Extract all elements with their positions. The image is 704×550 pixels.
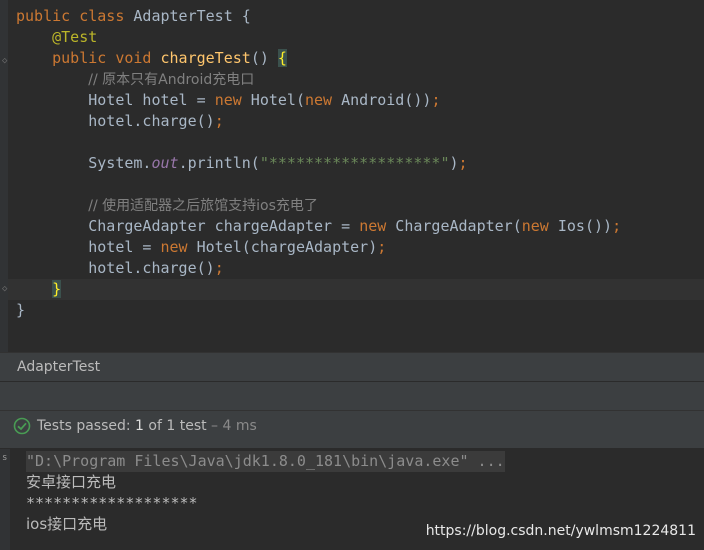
code-text: Android()) — [332, 91, 432, 109]
console-line: ios接口充电 — [26, 515, 108, 533]
code-text: } — [16, 301, 26, 319]
fold-marker-icon[interactable]: ◇ — [2, 56, 10, 66]
code-text: System. — [88, 154, 152, 172]
keyword: new — [305, 91, 333, 109]
console-line-command[interactable]: "D:\Program Files\Java\jdk1.8.0_181\bin\… — [26, 451, 505, 472]
code-line-2: @Test — [16, 27, 97, 48]
code-line-6: hotel.charge(); — [16, 111, 224, 132]
console-gutter-label: s — [2, 453, 8, 463]
string-literal: "*******************" — [259, 154, 450, 172]
keyword: new — [521, 217, 549, 235]
run-tab-title[interactable]: AdapterTest — [17, 359, 100, 375]
static-field: out — [151, 154, 179, 172]
keyword: class — [79, 7, 125, 25]
test-passed-check-icon — [13, 417, 31, 435]
semicolon: ; — [214, 112, 224, 130]
console-line: ******************* — [26, 494, 198, 512]
keyword: new — [160, 238, 188, 256]
test-status-text: Tests passed: 1 of 1 test – 4 ms — [37, 416, 257, 436]
method-name: chargeTest — [160, 49, 251, 67]
code-line-3: public void chargeTest() { — [16, 48, 287, 69]
run-toolbar — [0, 381, 704, 411]
code-text: Hotel hotel = — [88, 91, 215, 109]
test-status-bar: Tests passed: 1 of 1 test – 4 ms — [0, 411, 704, 449]
code-text: Hotel(chargeAdapter) — [187, 238, 378, 256]
code-line-12: hotel = new Hotel(chargeAdapter); — [16, 237, 386, 258]
code-line-1: public class AdapterTest { — [16, 6, 251, 27]
comment: // 使用适配器之后旅馆支持ios充电了 — [88, 198, 318, 214]
test-duration: – 4 ms — [206, 418, 257, 434]
console-gutter: s — [0, 449, 10, 550]
console-line: 安卓接口充电 — [26, 473, 117, 491]
code-text: .println( — [178, 154, 260, 172]
keyword: new — [214, 91, 242, 109]
code-editor[interactable]: ◇ ◇ public class AdapterTest { @Test pub… — [0, 0, 704, 352]
annotation: @Test — [52, 28, 98, 46]
keyword: new — [359, 217, 387, 235]
watermark: https://blog.csdn.net/ywlmsm1224811 — [425, 523, 696, 539]
run-tab-header[interactable]: AdapterTest — [0, 352, 704, 381]
code-text: () — [250, 49, 278, 67]
comment: // 原本只有Android充电口 — [88, 72, 255, 88]
status-prefix: Tests passed: — [37, 418, 136, 434]
code-line-4: // 原本只有Android充电口 — [16, 69, 254, 90]
code-text: Hotel( — [241, 91, 305, 109]
code-text: hotel = — [88, 238, 161, 256]
keyword: public — [52, 49, 107, 67]
code-line-14-current: } — [8, 279, 704, 300]
code-text: ) — [449, 154, 459, 172]
code-line-10: // 使用适配器之后旅馆支持ios充电了 — [16, 195, 318, 216]
code-line-11: ChargeAdapter chargeAdapter = new Charge… — [16, 216, 621, 237]
semicolon: ; — [431, 91, 441, 109]
code-line-8: System.out.println("*******************"… — [16, 153, 468, 174]
editor-gutter: ◇ ◇ — [0, 0, 8, 352]
semicolon: ; — [612, 217, 622, 235]
matched-brace: { — [277, 49, 287, 67]
semicolon: ; — [214, 259, 224, 277]
code-line-15: } — [16, 300, 25, 321]
matched-brace: } — [52, 280, 62, 298]
code-line-5: Hotel hotel = new Hotel(new Android()); — [16, 90, 440, 111]
code-text: hotel.charge() — [88, 112, 215, 130]
semicolon: ; — [377, 238, 387, 256]
code-text: hotel.charge() — [88, 259, 215, 277]
semicolon: ; — [458, 154, 468, 172]
keyword: void — [115, 49, 152, 67]
code-text: Ios()) — [548, 217, 613, 235]
passed-count: 1 — [135, 418, 144, 434]
status-of-total: of 1 test — [143, 418, 207, 434]
keyword: public — [16, 7, 71, 25]
code-text: ChargeAdapter chargeAdapter = — [88, 217, 360, 235]
code-text: AdapterTest { — [124, 7, 251, 25]
code-text: ChargeAdapter( — [386, 217, 522, 235]
code-line-13: hotel.charge(); — [16, 258, 224, 279]
